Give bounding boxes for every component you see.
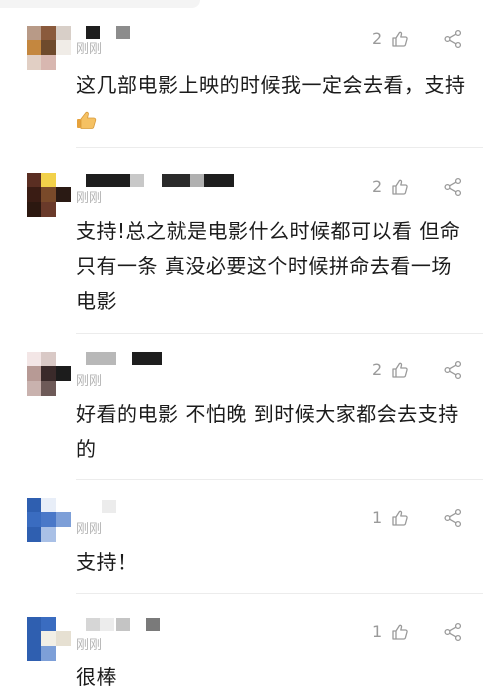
divider [76, 479, 483, 480]
thumb-up-outline-icon[interactable] [391, 361, 409, 379]
like-count: 2 [372, 29, 383, 48]
thumb-up-outline-icon[interactable] [391, 178, 409, 196]
thumbs-up-emoji [77, 111, 97, 129]
comment-list: 刚刚 2 这几部电影上映的时候我一定会去看，支持 刚刚 2 支持!总之就是电影什… [0, 0, 483, 700]
share-icon[interactable] [443, 508, 463, 528]
divider [76, 593, 483, 594]
like-count: 2 [372, 360, 383, 379]
comment-text-body: 这几部电影上映的时候我一定会去看，支持 [76, 73, 466, 97]
top-shade [0, 0, 200, 8]
thumb-up-outline-icon[interactable] [391, 509, 409, 527]
comment-time: 刚刚 [76, 522, 103, 537]
share-icon[interactable] [443, 29, 463, 49]
comment-time: 刚刚 [76, 374, 103, 389]
divider [76, 333, 483, 334]
avatar[interactable] [27, 617, 71, 661]
comment-text: 支持!总之就是电影什么时候都可以看 但命只有一条 真没必要这个时候拼命去看一场电… [76, 219, 461, 313]
comment-text: 这几部电影上映的时候我一定会去看，支持 [76, 68, 471, 138]
avatar[interactable] [27, 26, 71, 70]
thumb-up-outline-icon[interactable] [391, 30, 409, 48]
avatar[interactable] [27, 498, 71, 542]
comment-time: 刚刚 [76, 638, 103, 653]
comment-time: 刚刚 [76, 191, 103, 206]
comment-text: 很棒 [76, 665, 117, 689]
divider [76, 147, 483, 148]
like-count: 1 [372, 622, 383, 641]
avatar[interactable] [27, 173, 71, 217]
avatar[interactable] [27, 352, 71, 396]
like-count: 1 [372, 508, 383, 527]
like-count: 2 [372, 177, 383, 196]
share-icon[interactable] [443, 622, 463, 642]
share-icon[interactable] [443, 360, 463, 380]
thumb-up-outline-icon[interactable] [391, 623, 409, 641]
comment-text: 好看的电影 不怕晚 到时候大家都会去支持的 [76, 402, 459, 461]
comment-text: 支持！ [76, 550, 138, 574]
comment-time: 刚刚 [76, 42, 103, 57]
share-icon[interactable] [443, 177, 463, 197]
